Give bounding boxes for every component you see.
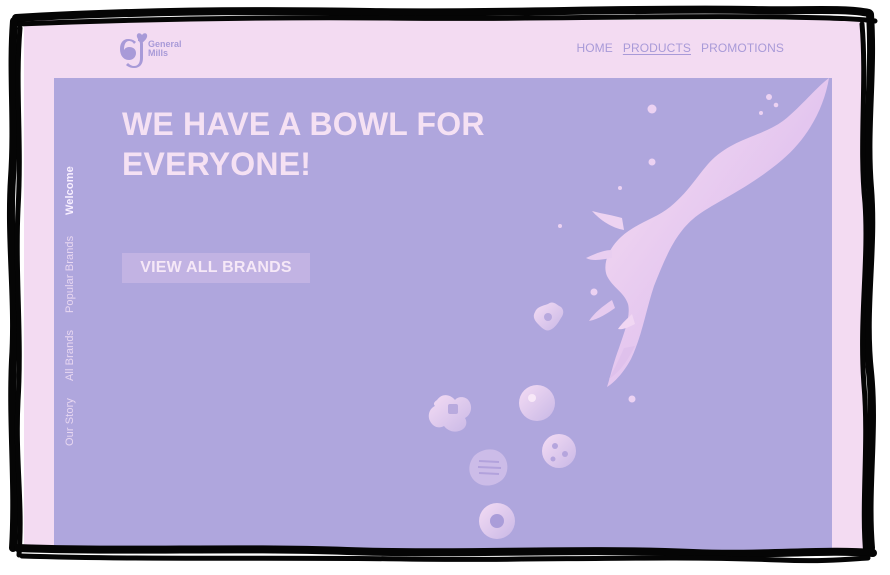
top-navigation-bar: General Mills HOME PRODUCTS PROMOTIONS <box>24 20 864 78</box>
hero-section: Welcome Popular Brands All Brands Our St… <box>54 78 832 550</box>
section-side-nav: Welcome Popular Brands All Brands Our St… <box>54 78 84 550</box>
general-mills-logo[interactable]: General Mills <box>118 30 200 70</box>
nav-products-link[interactable]: PRODUCTS <box>623 41 691 55</box>
logo-line-2: Mills <box>148 48 169 58</box>
website-view: General Mills HOME PRODUCTS PROMOTIONS W… <box>24 20 864 550</box>
nav-home-link[interactable]: HOME <box>576 41 612 55</box>
view-all-brands-button[interactable]: VIEW ALL BRANDS <box>122 253 310 283</box>
side-nav-our-story[interactable]: Our Story <box>64 398 76 446</box>
screenshot-stage: General Mills HOME PRODUCTS PROMOTIONS W… <box>0 0 890 575</box>
general-mills-logo-icon <box>120 33 148 68</box>
milk-splash-cereal-illustration <box>428 78 829 539</box>
milk-splash <box>558 78 829 403</box>
side-nav-welcome[interactable]: Welcome <box>64 166 76 215</box>
side-nav-popular-brands[interactable]: Popular Brands <box>64 236 76 313</box>
nav-promotions-link[interactable]: PROMOTIONS <box>701 41 784 55</box>
general-mills-logo-text: General Mills <box>148 40 208 58</box>
main-nav: HOME PRODUCTS PROMOTIONS <box>576 41 784 55</box>
falling-cereal <box>428 302 576 539</box>
side-nav-all-brands[interactable]: All Brands <box>64 330 76 381</box>
